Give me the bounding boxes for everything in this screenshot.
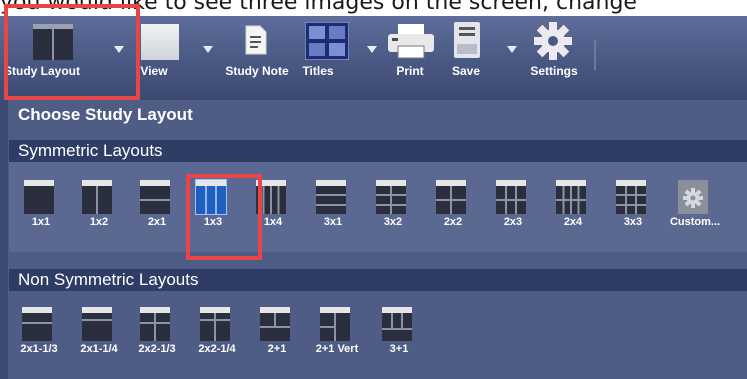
layout-2plus1-vert-icon [320,307,350,341]
gear-icon [534,22,572,60]
toolbar: Study Layout View Study Note Titles Prin… [0,16,747,98]
titles-button[interactable]: Titles [296,16,360,98]
layout-option-2x2-1-4[interactable]: 2x2-1/4 [193,303,241,355]
layout-option-3x3[interactable]: 3x3 [609,176,657,228]
print-label: Print [396,64,424,78]
layout-option-2x1-1-4[interactable]: 2x1-1/4 [75,303,123,355]
layout-2plus1-icon [260,307,290,341]
non-symmetric-layouts-grid: 2x1-1/3 2x1-1/4 2x2-1/3 2x2-1/4 2+1 2+1 … [9,291,747,379]
layout-option-2x2-1-3[interactable]: 2x2-1/3 [133,303,181,355]
settings-label: Settings [530,64,578,78]
titles-icon [305,22,349,60]
instruction-text: you would like to see three images on th… [0,0,747,16]
layout-option-1x3[interactable]: 1x3 [189,176,237,228]
toolbar-separator [594,40,596,70]
layout-3x1-icon [316,180,346,214]
layout-option-1x2[interactable]: 1x2 [75,176,123,228]
study-layout-button[interactable]: Study Layout [4,16,124,98]
layout-1x1-icon [24,180,54,214]
layout-2x2-1-4-icon [200,307,230,341]
layout-3x2-icon [376,180,406,214]
custom-gear-icon [678,180,708,214]
choose-study-layout-panel: Choose Study Layout Symmetric Layouts 1x… [8,100,747,379]
layout-option-2x2[interactable]: 2x2 [429,176,477,228]
layout-option-2x1-1-3[interactable]: 2x1-1/3 [15,303,63,355]
titles-label: Titles [302,64,334,78]
layout-option-2plus1-vert[interactable]: 2+1 Vert [313,303,361,355]
layout-option-1x4[interactable]: 1x4 [249,176,297,228]
layout-2x1-1-4-icon [82,307,112,341]
layout-option-3x1[interactable]: 3x1 [309,176,357,228]
layout-icon [33,24,73,60]
view-icon [141,24,179,60]
layout-option-3x2[interactable]: 3x2 [369,176,417,228]
layout-option-2x3[interactable]: 2x3 [489,176,537,228]
layout-2x4-icon [556,180,586,214]
layout-1x2-icon [82,180,112,214]
non-symmetric-layouts-header: Non Symmetric Layouts [9,269,747,291]
print-button[interactable]: Print [380,16,438,98]
save-icon [454,22,480,58]
study-viewer-app: Study Layout View Study Note Titles Prin… [0,4,747,379]
layout-2x2-1-3-icon [140,307,170,341]
save-dropdown-caret[interactable] [507,46,517,53]
panel-title: Choose Study Layout [18,105,193,124]
view-button[interactable]: View [135,16,191,98]
layout-1x4-icon [256,180,286,214]
save-button[interactable]: Save [448,16,504,98]
printer-icon [388,24,434,59]
symmetric-layouts-grid: 1x1 1x2 2x1 1x3 1x4 3x1 3x2 2x2 2x3 2x4 … [9,162,747,252]
layout-option-2plus1[interactable]: 2+1 [253,303,301,355]
settings-button[interactable]: Settings [522,16,586,98]
layout-2x2-icon [436,180,466,214]
layout-3x3-icon [616,180,646,214]
layout-2x3-icon [496,180,526,214]
study-layout-dropdown-caret[interactable] [114,46,124,53]
layout-2x1-icon [140,180,170,214]
layout-3plus1-icon [382,307,412,341]
layout-option-3plus1[interactable]: 3+1 [375,303,423,355]
layout-2x1-1-3-icon [22,307,52,341]
layout-option-1x1[interactable]: 1x1 [17,176,65,228]
layout-option-2x1[interactable]: 2x1 [133,176,181,228]
view-dropdown-caret[interactable] [203,46,213,53]
view-label: View [140,64,168,78]
study-note-button[interactable]: Study Note [218,16,296,98]
layout-option-custom[interactable]: Custom... [670,176,720,228]
layout-option-2x4[interactable]: 2x4 [549,176,597,228]
study-note-label: Study Note [225,64,289,78]
layout-1x3-icon [195,179,227,215]
save-label: Save [451,64,481,78]
titles-dropdown-caret[interactable] [367,46,377,53]
note-icon [245,25,267,55]
symmetric-layouts-header: Symmetric Layouts [9,140,747,162]
study-layout-label: Study Layout [3,64,80,78]
